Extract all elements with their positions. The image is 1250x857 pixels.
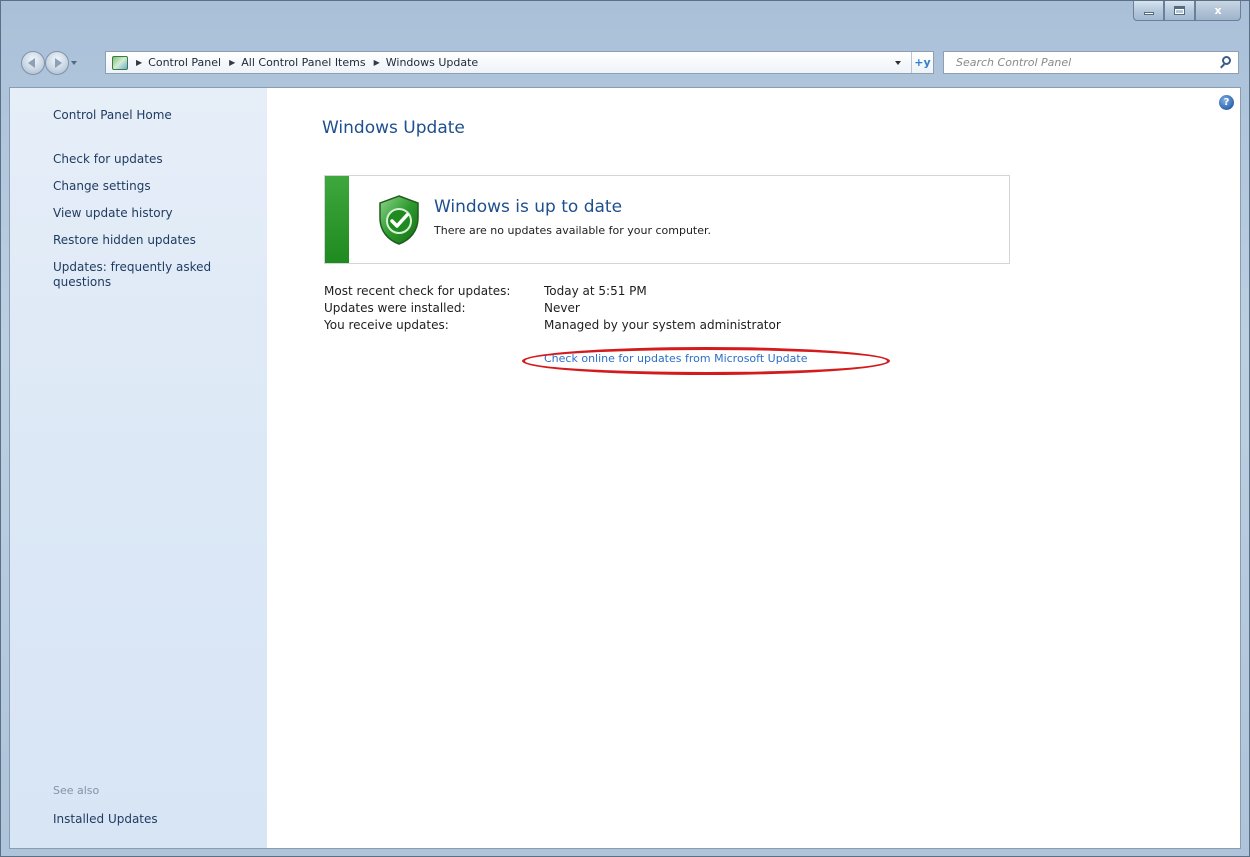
- breadcrumb-separator-icon[interactable]: ▶: [374, 58, 380, 67]
- info-value: Managed by your system administrator: [544, 318, 781, 332]
- info-row-installed: Updates were installed: Never: [324, 301, 781, 318]
- breadcrumb-separator-icon[interactable]: ▶: [136, 58, 142, 67]
- breadcrumb-control-panel[interactable]: ▶ Control Panel: [128, 56, 221, 69]
- address-dropdown-icon[interactable]: [895, 60, 901, 65]
- title-bar[interactable]: x: [1, 1, 1249, 41]
- security-shield-check-icon: [379, 195, 419, 245]
- sidebar-control-panel-home-link[interactable]: Control Panel Home: [53, 108, 172, 122]
- search-input[interactable]: [944, 52, 1216, 73]
- see-also-heading: See also: [53, 784, 100, 797]
- back-arrow-icon: [28, 58, 35, 68]
- search-icon[interactable]: [1216, 53, 1238, 73]
- sidebar-item-check-for-updates[interactable]: Check for updates: [53, 152, 253, 167]
- update-status-panel: Windows is up to date There are no updat…: [324, 175, 1010, 264]
- content-area: Control Panel Home Check for updates Cha…: [9, 87, 1241, 849]
- info-label: Most recent check for updates:: [324, 284, 511, 298]
- navigation-bar: ▶ Control Panel ▶ All Control Panel Item…: [1, 49, 1249, 75]
- address-bar[interactable]: ▶ Control Panel ▶ All Control Panel Item…: [105, 51, 934, 74]
- info-label: You receive updates:: [324, 318, 449, 332]
- recent-pages-dropdown-icon[interactable]: [71, 61, 77, 65]
- minimize-button[interactable]: [1133, 1, 1164, 21]
- breadcrumb-windows-update[interactable]: ▶ Windows Update: [366, 56, 479, 69]
- update-info-list: Most recent check for updates: Today at …: [324, 284, 781, 335]
- info-value: Never: [544, 301, 580, 315]
- check-microsoft-update-link[interactable]: Check online for updates from Microsoft …: [544, 352, 807, 365]
- info-row-receive-updates: You receive updates: Managed by your sys…: [324, 318, 781, 335]
- status-subtext: There are no updates available for your …: [434, 224, 712, 237]
- task-pane: Control Panel Home Check for updates Cha…: [10, 88, 267, 848]
- sidebar-item-updates-faq[interactable]: Updates: frequently asked questions: [53, 260, 253, 290]
- control-panel-window: x ▶ Control Panel ▶ All Control Panel It…: [0, 0, 1250, 857]
- sidebar-item-restore-hidden-updates[interactable]: Restore hidden updates: [53, 233, 253, 248]
- search-box[interactable]: [943, 51, 1239, 74]
- maximize-button[interactable]: [1164, 1, 1195, 21]
- page-title: Windows Update: [322, 118, 465, 138]
- breadcrumb-separator-icon[interactable]: ▶: [229, 58, 235, 67]
- refresh-button[interactable]: +y: [911, 52, 933, 73]
- forward-button[interactable]: [45, 51, 69, 75]
- control-panel-icon: [112, 55, 128, 70]
- close-icon: x: [1214, 4, 1222, 17]
- minimize-icon: [1143, 12, 1154, 15]
- sidebar-item-change-settings[interactable]: Change settings: [53, 179, 253, 194]
- close-button[interactable]: x: [1195, 1, 1241, 21]
- caption-buttons: x: [1133, 1, 1241, 23]
- status-heading: Windows is up to date: [434, 197, 623, 217]
- maximize-icon: [1174, 6, 1185, 15]
- sidebar-task-list: Check for updates Change settings View u…: [53, 152, 253, 302]
- help-icon[interactable]: ?: [1219, 95, 1234, 110]
- status-color-bar: [325, 176, 349, 263]
- info-label: Updates were installed:: [324, 301, 466, 315]
- back-button[interactable]: [21, 51, 45, 75]
- forward-arrow-icon: [55, 58, 62, 68]
- info-value: Today at 5:51 PM: [544, 284, 647, 298]
- sidebar-installed-updates-link[interactable]: Installed Updates: [53, 812, 158, 826]
- info-row-last-check: Most recent check for updates: Today at …: [324, 284, 781, 301]
- breadcrumb-all-items[interactable]: ▶ All Control Panel Items: [221, 56, 366, 69]
- sidebar-item-view-update-history[interactable]: View update history: [53, 206, 253, 221]
